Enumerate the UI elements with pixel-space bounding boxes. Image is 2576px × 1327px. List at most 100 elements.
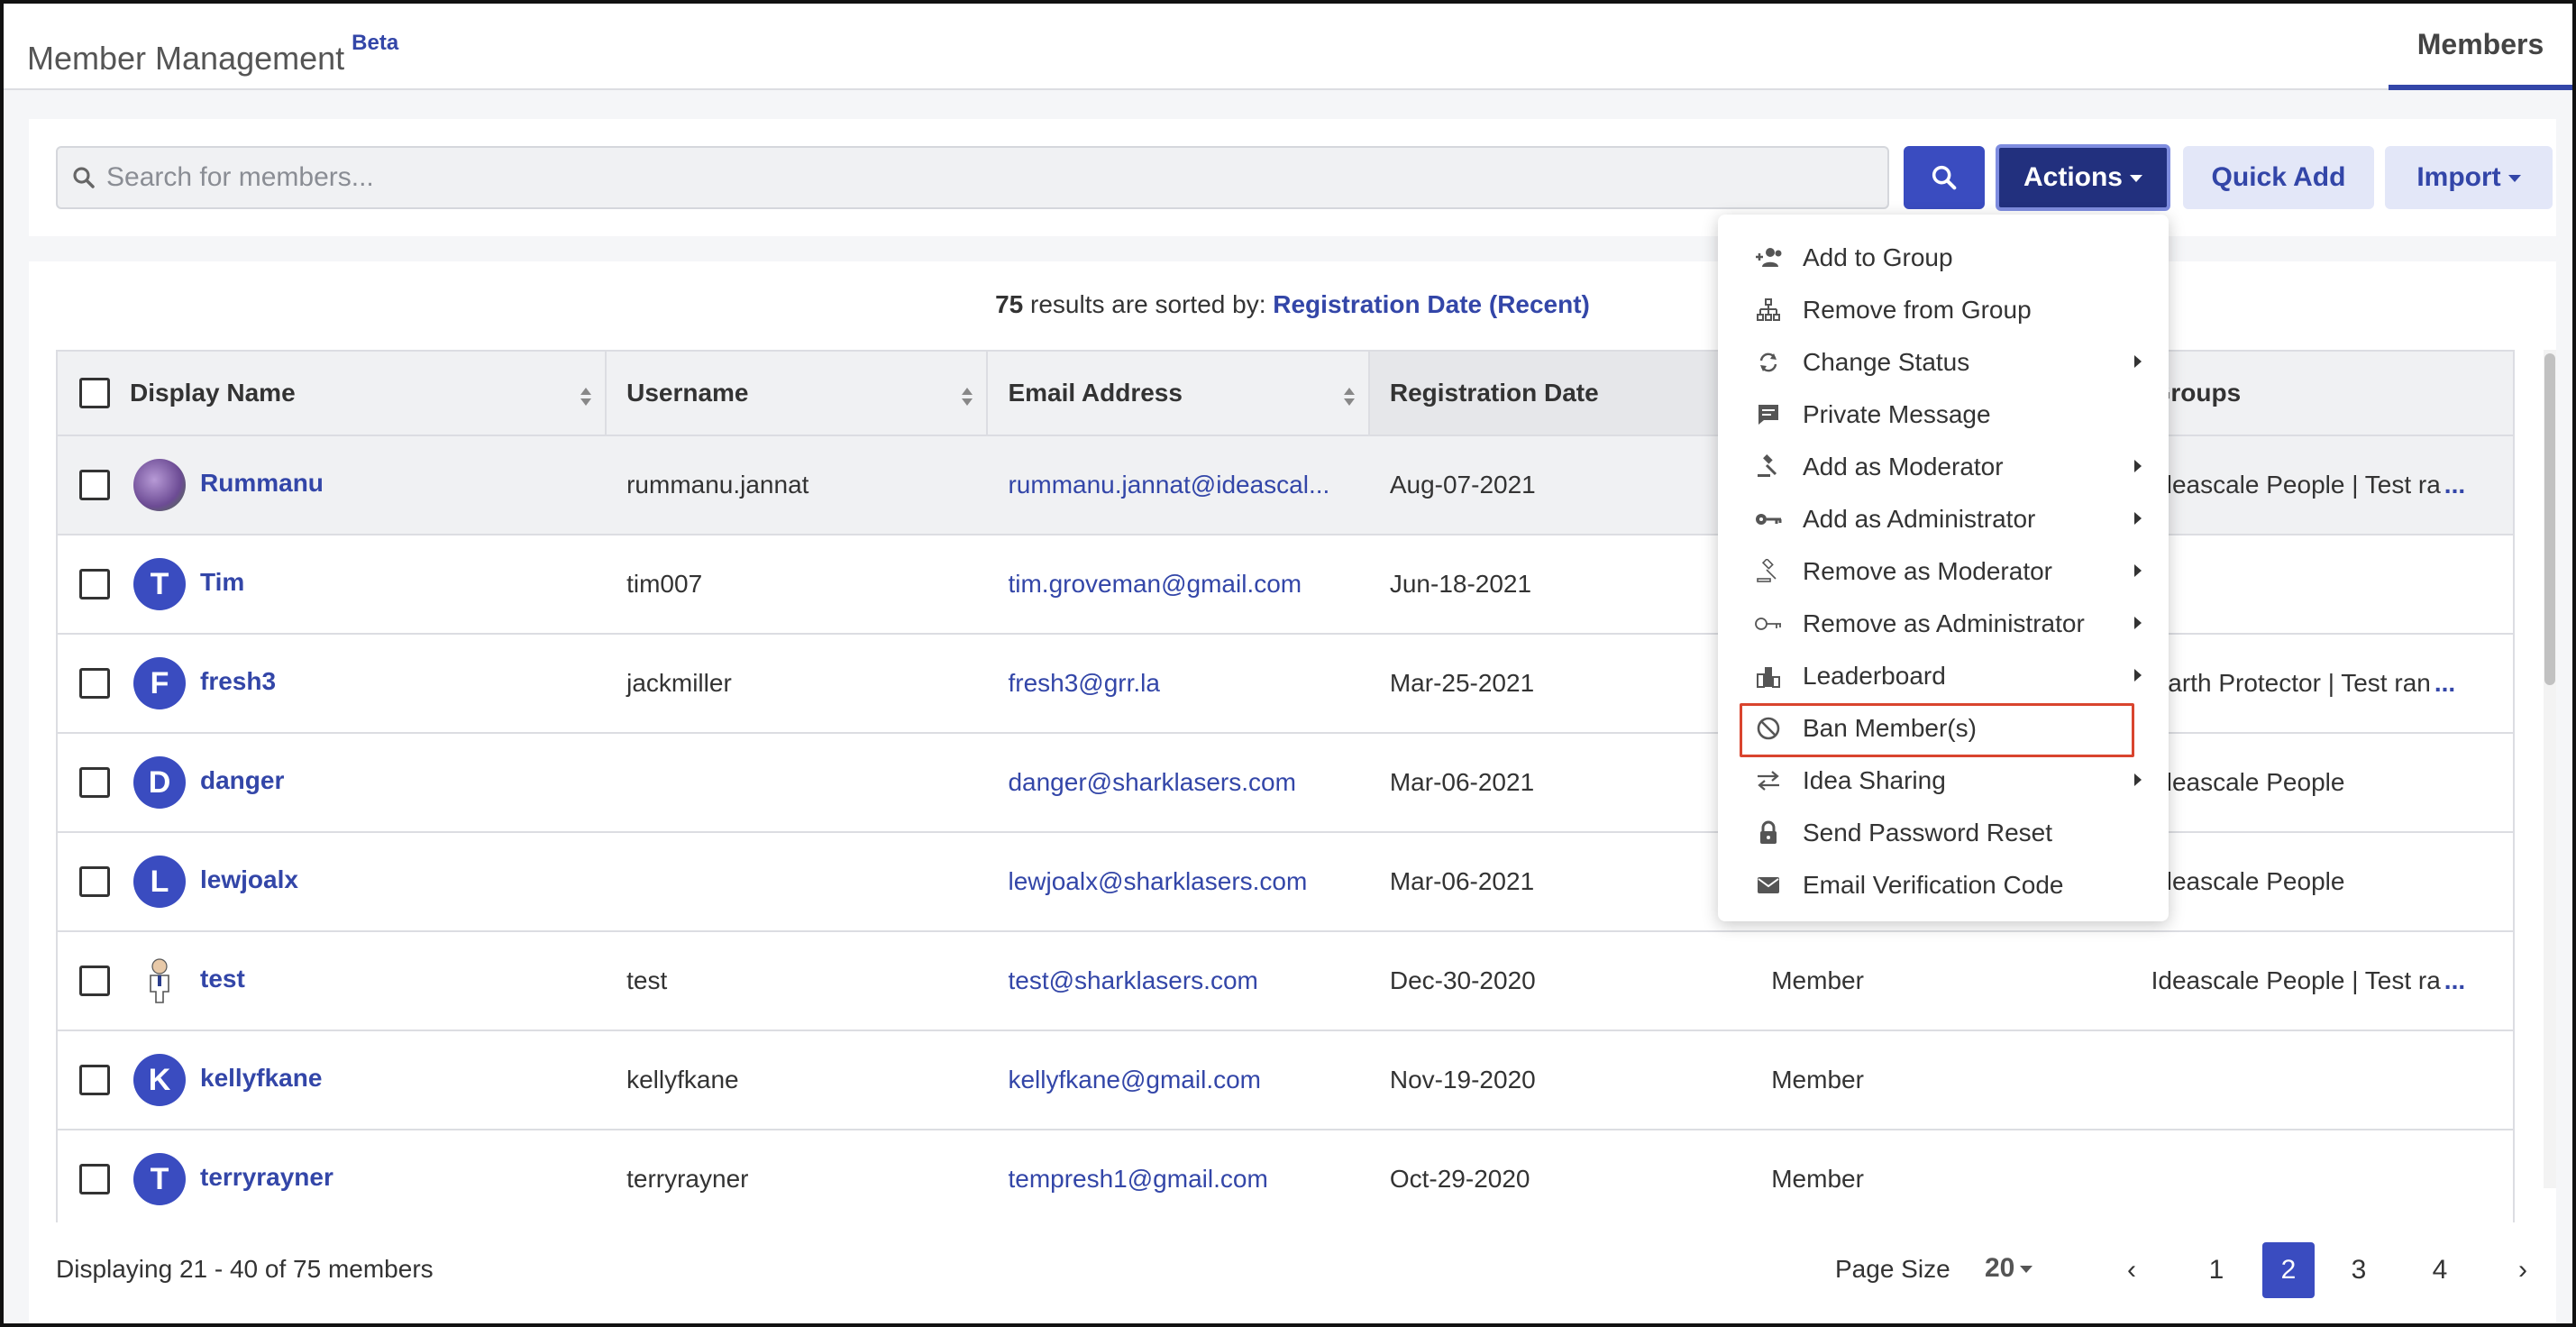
- avatar[interactable]: L: [133, 856, 186, 908]
- sort-icon[interactable]: [580, 386, 592, 407]
- column-username[interactable]: Username: [607, 352, 989, 435]
- table-scrollbar[interactable]: [2544, 350, 2556, 1188]
- table-row[interactable]: test test test@sharklasers.com Dec-30-20…: [56, 932, 2515, 1031]
- member-name-link[interactable]: Rummanu: [200, 469, 324, 498]
- page-size-label: Page Size: [1835, 1255, 1950, 1283]
- import-button[interactable]: Import: [2385, 146, 2553, 209]
- groups-more-link[interactable]: ...: [2444, 471, 2465, 499]
- member-name-link[interactable]: terryrayner: [200, 1163, 333, 1192]
- cell-groups: Ideascale People | Test ra...: [2132, 471, 2513, 499]
- email-link[interactable]: test@sharklasers.com: [1008, 966, 1257, 995]
- email-link[interactable]: tim.groveman@gmail.com: [1008, 570, 1302, 599]
- menu-item-remove-from-group[interactable]: Remove from Group: [1718, 283, 2169, 335]
- search-input[interactable]: [106, 148, 1873, 207]
- menu-item-leaderboard[interactable]: Leaderboard: [1718, 649, 2169, 701]
- member-name-link[interactable]: test: [200, 965, 245, 993]
- cell-username: kellyfkane: [626, 1066, 739, 1094]
- member-name-link[interactable]: kellyfkane: [200, 1064, 322, 1093]
- groups-text: Earth Protector | Test ran: [2151, 669, 2431, 697]
- menu-item-ban-member-s[interactable]: Ban Member(s): [1718, 701, 2169, 757]
- row-checkbox[interactable]: [79, 1065, 110, 1095]
- avatar[interactable]: [133, 955, 186, 1007]
- menu-item-change-status[interactable]: Change Status: [1718, 335, 2169, 388]
- email-link[interactable]: fresh3@grr.la: [1008, 669, 1160, 698]
- member-name-link[interactable]: lewjoalx: [200, 865, 298, 894]
- column-display-name[interactable]: Display Name: [58, 352, 607, 435]
- results-summary: 75 results are sorted by: Registration D…: [29, 290, 2556, 319]
- column-email[interactable]: Email Address: [988, 352, 1370, 435]
- prev-page-button[interactable]: ‹: [2106, 1242, 2158, 1298]
- next-page-button[interactable]: ›: [2497, 1242, 2549, 1298]
- member-name-link[interactable]: danger: [200, 766, 284, 795]
- menu-item-idea-sharing[interactable]: Idea Sharing: [1718, 754, 2169, 806]
- cell-groups: Ideascale People: [2132, 867, 2513, 896]
- quick-add-button[interactable]: Quick Add: [2183, 146, 2374, 209]
- add-group-icon: [1754, 243, 1783, 272]
- avatar[interactable]: [133, 459, 186, 511]
- search-field[interactable]: [56, 146, 1889, 209]
- column-registration-date[interactable]: Registration Date: [1369, 352, 1752, 435]
- menu-item-add-to-group[interactable]: Add to Group: [1718, 231, 2169, 283]
- page-size-select[interactable]: 20: [1981, 1249, 2036, 1287]
- row-checkbox[interactable]: [79, 470, 110, 500]
- submenu-arrow-icon: [2134, 773, 2142, 786]
- sort-icon[interactable]: [1343, 386, 1356, 407]
- groups-text: Ideascale People: [2151, 867, 2345, 895]
- avatar[interactable]: F: [133, 657, 186, 709]
- avatar[interactable]: T: [133, 558, 186, 610]
- hierarchy-icon: [1754, 296, 1783, 325]
- avatar[interactable]: D: [133, 756, 186, 809]
- row-checkbox[interactable]: [79, 866, 110, 897]
- actions-button[interactable]: Actions: [1996, 144, 2170, 211]
- lock-icon: [1754, 819, 1783, 847]
- page-2-button[interactable]: 2: [2262, 1242, 2315, 1298]
- table-row[interactable]: K kellyfkane kellyfkane kellyfkane@gmail…: [56, 1031, 2515, 1130]
- row-checkbox[interactable]: [79, 569, 110, 599]
- avatar[interactable]: K: [133, 1054, 186, 1106]
- leaderboard-icon: [1754, 662, 1783, 691]
- row-checkbox[interactable]: [79, 1164, 110, 1194]
- avatar[interactable]: T: [133, 1153, 186, 1205]
- member-name-link[interactable]: Tim: [200, 568, 244, 597]
- menu-item-add-as-administrator[interactable]: Add as Administrator: [1718, 492, 2169, 545]
- menu-item-remove-as-moderator[interactable]: Remove as Moderator: [1718, 545, 2169, 597]
- menu-item-label: Email Verification Code: [1803, 871, 2064, 899]
- email-link[interactable]: kellyfkane@gmail.com: [1008, 1066, 1261, 1094]
- groups-more-link[interactable]: ...: [2434, 669, 2455, 698]
- email-link[interactable]: rummanu.jannat@ideascal...: [1008, 471, 1329, 499]
- row-checkbox[interactable]: [79, 668, 110, 699]
- tab-members[interactable]: Members: [2389, 4, 2572, 90]
- select-all-checkbox[interactable]: [79, 378, 110, 408]
- gavel-outline-icon: [1754, 557, 1783, 586]
- cell-status: Member: [1771, 1165, 1864, 1193]
- email-link[interactable]: lewjoalx@sharklasers.com: [1008, 867, 1307, 896]
- email-link[interactable]: tempresh1@gmail.com: [1008, 1165, 1267, 1194]
- cell-display-name: K kellyfkane: [58, 1054, 607, 1106]
- table-row[interactable]: T terryrayner terryrayner tempresh1@gmai…: [56, 1130, 2515, 1230]
- search-button[interactable]: [1904, 146, 1985, 209]
- menu-item-private-message[interactable]: Private Message: [1718, 388, 2169, 440]
- row-checkbox[interactable]: [79, 767, 110, 798]
- menu-item-email-verification-code[interactable]: Email Verification Code: [1718, 858, 2169, 911]
- cell-username: tim007: [626, 570, 703, 598]
- ban-icon: [1754, 714, 1783, 743]
- row-checkbox[interactable]: [79, 966, 110, 996]
- email-link[interactable]: danger@sharklasers.com: [1008, 768, 1295, 797]
- sort-icon[interactable]: [961, 386, 973, 407]
- page-1-button[interactable]: 1: [2190, 1242, 2243, 1298]
- column-groups[interactable]: Groups: [2132, 352, 2513, 435]
- menu-item-label: Add as Moderator: [1803, 453, 2004, 480]
- sort-link[interactable]: Registration Date (Recent): [1273, 290, 1590, 318]
- menu-item-send-password-reset[interactable]: Send Password Reset: [1718, 806, 2169, 858]
- menu-item-remove-as-administrator[interactable]: Remove as Administrator: [1718, 597, 2169, 649]
- member-name-link[interactable]: fresh3: [200, 667, 276, 696]
- groups-more-link[interactable]: ...: [2444, 966, 2465, 995]
- page-4-button[interactable]: 4: [2414, 1242, 2466, 1298]
- menu-item-add-as-moderator[interactable]: Add as Moderator: [1718, 440, 2169, 492]
- scrollbar-thumb[interactable]: [2544, 353, 2555, 685]
- menu-item-label: Idea Sharing: [1803, 766, 1946, 794]
- page-3-button[interactable]: 3: [2333, 1242, 2385, 1298]
- cell-display-name: test: [58, 955, 607, 1007]
- cell-display-name: D danger: [58, 756, 607, 809]
- message-icon: [1754, 400, 1783, 429]
